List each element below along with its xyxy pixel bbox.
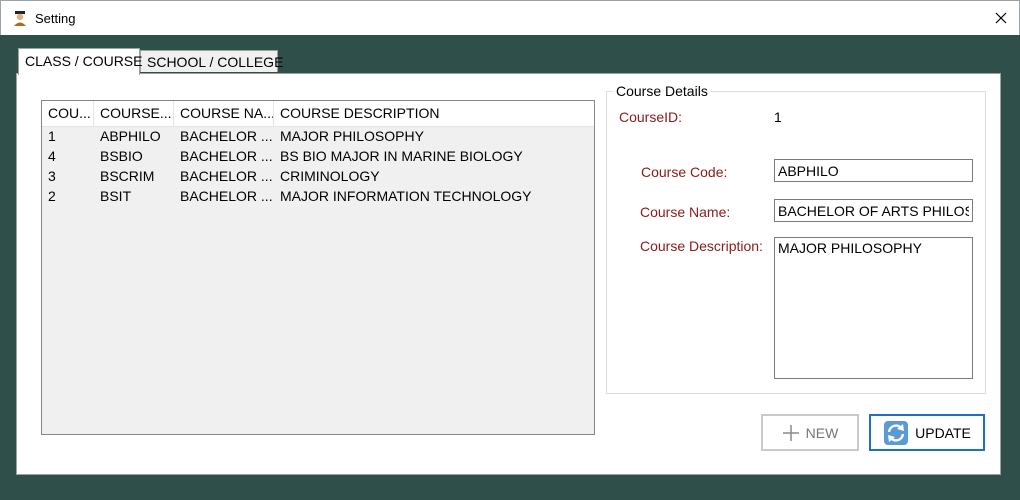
column-header-id[interactable]: COU... (42, 101, 94, 126)
course-description-label: Course Description: (640, 238, 763, 254)
cell-name: BACHELOR ... (180, 148, 273, 164)
cell-name: BACHELOR ... (180, 168, 273, 184)
cell-description: MAJOR INFORMATION TECHNOLOGY (280, 188, 532, 204)
table-row[interactable]: 1 ABPHILO BACHELOR ... MAJOR PHILOSOPHY (42, 126, 594, 146)
list-header: COU... COURSE... COURSE NA... COURSE DES… (42, 101, 594, 127)
plus-icon (782, 424, 800, 442)
cell-description: CRIMINOLOGY (280, 168, 380, 184)
column-header-code[interactable]: COURSE... (94, 101, 174, 126)
new-button[interactable]: NEW (761, 414, 859, 451)
course-id-label: CourseID: (619, 109, 683, 125)
tab-class-course[interactable]: CLASS / COURSE (18, 48, 142, 75)
cell-id: 4 (48, 148, 56, 164)
course-code-label: Course Code: (641, 164, 728, 180)
column-header-name[interactable]: COURSE NA... (174, 101, 274, 126)
cell-name: BACHELOR ... (180, 128, 273, 144)
tab-school-college[interactable]: SCHOOL / COLLEGE (140, 50, 283, 72)
table-row[interactable]: 3 BSCRIM BACHELOR ... CRIMINOLOGY (42, 166, 594, 186)
course-code-field[interactable] (774, 159, 973, 182)
refresh-icon (883, 420, 909, 446)
course-name-field[interactable] (774, 199, 973, 222)
cell-code: ABPHILO (100, 128, 161, 144)
table-row[interactable]: 2 BSIT BACHELOR ... MAJOR INFORMATION TE… (42, 186, 594, 206)
cell-name: BACHELOR ... (180, 188, 273, 204)
cell-code: BSIT (100, 188, 132, 204)
close-button[interactable] (983, 1, 1019, 35)
course-name-label: Course Name: (640, 204, 731, 220)
table-row[interactable]: 4 BSBIO BACHELOR ... BS BIO MAJOR IN MAR… (42, 146, 594, 166)
cell-id: 2 (48, 188, 56, 204)
student-graduate-icon (14, 11, 26, 26)
course-list[interactable]: COU... COURSE... COURSE NA... COURSE DES… (41, 100, 595, 435)
update-button[interactable]: UPDATE (869, 414, 985, 451)
cell-id: 3 (48, 168, 56, 184)
cell-code: BSBIO (100, 148, 143, 164)
update-button-label: UPDATE (915, 424, 971, 441)
cell-id: 1 (48, 128, 56, 144)
column-header-description[interactable]: COURSE DESCRIPTION (274, 101, 594, 126)
cell-code: BSCRIM (100, 168, 155, 184)
course-description-field[interactable]: MAJOR PHILOSOPHY (774, 237, 973, 379)
cell-description: BS BIO MAJOR IN MARINE BIOLOGY (280, 148, 523, 164)
window-title: Setting (35, 11, 76, 26)
group-title: Course Details (613, 83, 711, 99)
close-icon (995, 12, 1007, 24)
new-button-label: NEW (805, 424, 839, 441)
cell-description: MAJOR PHILOSOPHY (280, 128, 424, 144)
title-bar: Setting (0, 0, 1020, 35)
course-id-value: 1 (774, 109, 782, 125)
